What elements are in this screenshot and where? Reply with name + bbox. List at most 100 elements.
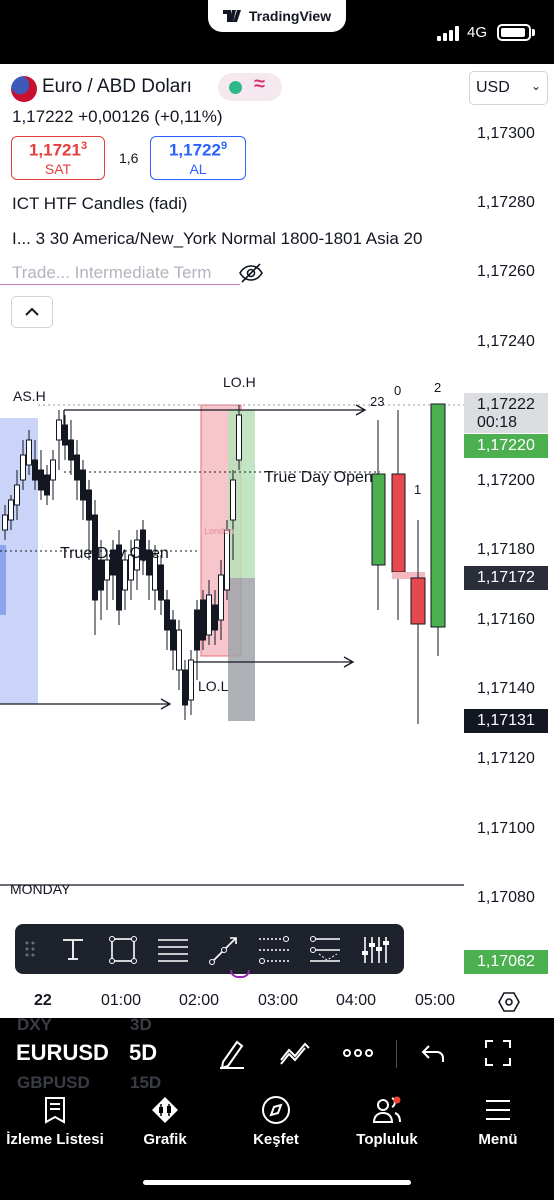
candle-body: [200, 599, 206, 641]
symbol-picker-button[interactable]: EURUSD: [16, 1040, 109, 1066]
candle-body: [14, 484, 20, 506]
candle-body: [158, 564, 164, 601]
chevron-up-icon: [25, 307, 39, 316]
chevron-down-icon: ⌄: [531, 79, 542, 93]
dark-price-tag: 1,17172: [464, 566, 548, 590]
sell-button[interactable]: 1,17213 SAT: [11, 136, 105, 180]
price-change: +0,00126 (+0,11%): [78, 107, 223, 126]
hamburger-menu-icon: [486, 1100, 510, 1120]
market-open-dot-icon: [229, 81, 242, 94]
axis-label: 1,17080: [477, 889, 535, 906]
tradingview-name: TradingView: [248, 8, 332, 24]
nav-watchlist[interactable]: İzleme Listesi: [0, 1095, 110, 1148]
candle-body: [56, 419, 62, 441]
compass-icon: [262, 1096, 290, 1124]
price-chart[interactable]: [0, 330, 464, 922]
volatility-wave-icon: ≈: [254, 73, 265, 95]
ghost-timeframe-above: 3D: [130, 1015, 152, 1034]
eye-hidden-icon[interactable]: [238, 262, 264, 284]
axis-label: 1,17120: [477, 750, 535, 767]
horizontal-lines-tool-icon[interactable]: [157, 937, 189, 963]
green-price-tag: 1,17062: [464, 950, 548, 974]
home-indicator: [143, 1180, 411, 1185]
candle-body: [194, 609, 200, 651]
buy-button[interactable]: 1,17229 AL: [150, 136, 246, 180]
time-label: 22: [34, 992, 52, 1009]
axis-label: 1,17180: [477, 541, 535, 558]
rectangle-tool-icon[interactable]: [108, 935, 138, 965]
nav-chart[interactable]: Grafik: [110, 1095, 220, 1148]
candle-body: [2, 514, 8, 531]
timeframe-picker-button[interactable]: 5D: [129, 1040, 157, 1066]
community-icon: [372, 1096, 401, 1123]
candle-body: [8, 499, 14, 521]
lo-l-arrow: [190, 656, 355, 668]
trend-line-tool-icon[interactable]: [208, 935, 240, 965]
tradingview-pill[interactable]: TradingView: [208, 0, 346, 32]
axis-label: 1,17100: [477, 820, 535, 837]
candle-body: [188, 659, 194, 701]
htf-count-1: 23: [370, 394, 385, 409]
london-high-label: LO.H: [223, 374, 256, 390]
candle-body: [164, 599, 170, 631]
market-status-pill[interactable]: [218, 73, 282, 101]
candle-body: [86, 489, 92, 521]
candle-body: [80, 469, 86, 501]
spread-value: 1,6: [119, 150, 139, 166]
london-low-label: LO.L: [198, 678, 229, 694]
indicator-underline: [0, 284, 240, 285]
network-type: 4G: [467, 24, 488, 41]
indicators-icon[interactable]: [279, 1040, 311, 1066]
nav-community[interactable]: Topluluk: [332, 1095, 442, 1148]
chart-candles-icon: [152, 1097, 178, 1123]
candle-body: [98, 559, 104, 591]
htf-candle-1: [371, 473, 386, 566]
true-day-open-left-label: True Day Open: [60, 545, 169, 562]
drawing-indicator-arc: [230, 970, 250, 978]
watchlist-icon: [45, 1097, 65, 1124]
indicator-trade-term[interactable]: Trade... Intermediate Term: [12, 263, 224, 283]
drawing-pen-icon[interactable]: [217, 1038, 247, 1070]
fib-retracement-tool-icon[interactable]: [258, 936, 290, 964]
candle-body: [74, 454, 80, 481]
gray-range-box: [228, 578, 255, 721]
more-options-icon[interactable]: [342, 1048, 374, 1058]
toolbar-drag-handle-icon[interactable]: [24, 940, 36, 958]
tradingview-logo-icon: [222, 10, 241, 22]
battery-tip: [532, 29, 535, 36]
candle-body: [50, 459, 56, 481]
nav-menu[interactable]: Menü: [443, 1095, 553, 1148]
nav-explore[interactable]: Keşfet: [221, 1095, 331, 1148]
time-label: 04:00: [336, 992, 377, 1009]
chart-settings-icon[interactable]: [497, 990, 521, 1014]
indicator-sessions[interactable]: I... 3 30 America/New_York Normal 1800-1…: [12, 229, 458, 249]
candle-body: [206, 594, 212, 636]
status-time: 10:34 ♥: [26, 18, 100, 43]
undo-icon[interactable]: [421, 1042, 445, 1064]
ghost-symbol-above: DXY: [17, 1015, 52, 1034]
monday-label: MONDAY: [10, 881, 71, 897]
london-zone-label: London: [204, 526, 235, 536]
candle-body: [236, 414, 242, 461]
symbol-title[interactable]: Euro / ABD Doları: [42, 76, 192, 98]
axis-label: 1,17160: [477, 611, 535, 628]
fullscreen-icon[interactable]: [484, 1039, 512, 1067]
candle-body: [44, 474, 50, 496]
candle-body: [32, 459, 38, 481]
collapse-legend-button[interactable]: [11, 296, 53, 328]
text-tool-icon[interactable]: [60, 936, 86, 962]
htf-candle-4: [430, 403, 446, 628]
last-price: 1,17222: [12, 107, 74, 126]
htf-count-3: 1: [414, 482, 422, 497]
pitchfork-tool-icon[interactable]: [309, 936, 341, 964]
more-tools-icon[interactable]: [360, 935, 392, 965]
last-price-line: 1,17222 +0,00126 (+0,11%): [12, 107, 222, 127]
htf-count-2: 0: [394, 383, 402, 398]
candle-body: [224, 529, 230, 591]
indicator-htf-candles[interactable]: ICT HTF Candles (fadi): [12, 194, 187, 214]
battery-icon: [497, 24, 531, 41]
time-label: 03:00: [258, 992, 299, 1009]
true-day-open-right-label: True Day Open: [264, 469, 373, 486]
asia-high-label: AS.H: [13, 388, 46, 404]
time-label: 02:00: [179, 992, 220, 1009]
